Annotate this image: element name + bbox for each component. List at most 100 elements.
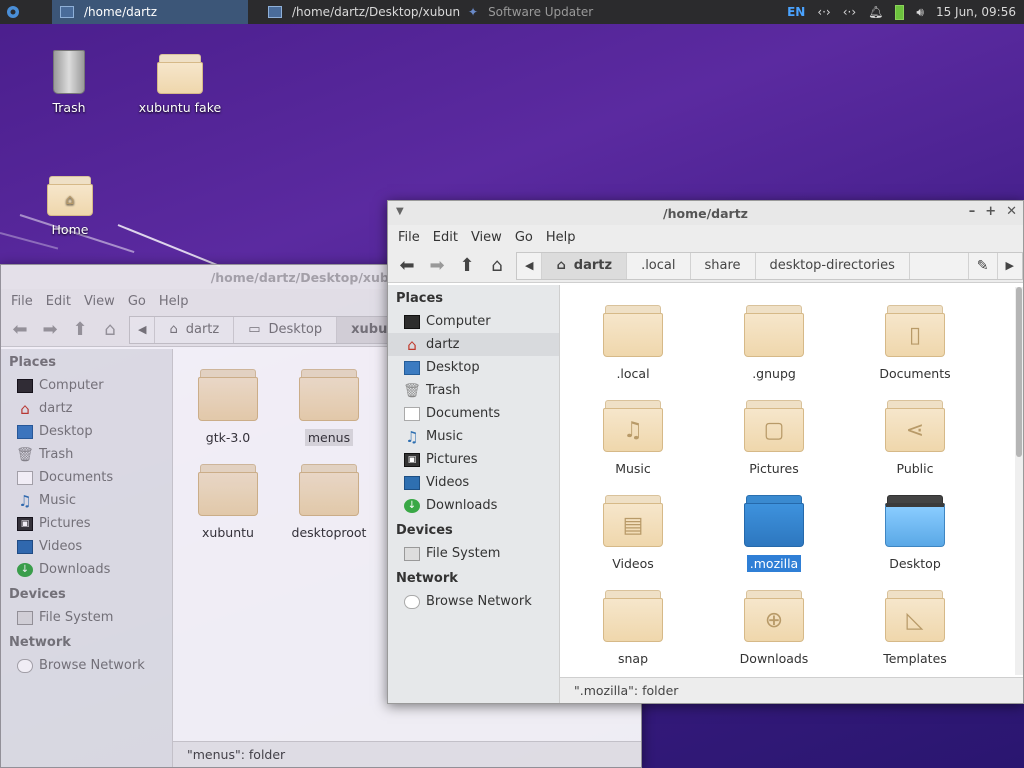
menu-file[interactable]: File <box>392 230 427 245</box>
up-arrow-icon[interactable]: ⬆ <box>65 316 95 344</box>
sidebar-item-computer[interactable]: Computer <box>388 310 559 333</box>
file-label: menus <box>304 429 354 446</box>
network-icon <box>17 658 33 673</box>
file-item[interactable]: ◺ Templates <box>860 588 970 667</box>
desktop-icon-trash[interactable]: Trash <box>19 50 119 115</box>
desktop-icon-label: Home <box>51 222 89 237</box>
sidebar-item-browse-network[interactable]: Browse Network <box>388 590 559 613</box>
file-item[interactable]: ▤ Videos <box>578 493 688 572</box>
sidebar-item-dartz[interactable]: ⌂ dartz <box>388 333 559 356</box>
crumb-desktop-directories[interactable]: desktop-directories <box>756 252 910 279</box>
file-item[interactable]: ▢ Pictures <box>719 398 829 477</box>
sidebar-item-filesystem[interactable]: File System <box>388 542 559 565</box>
file-item[interactable]: snap <box>578 588 688 667</box>
forward-arrow-icon[interactable]: ➡ <box>422 252 452 280</box>
sidebar-item-computer[interactable]: Computer <box>1 374 172 397</box>
sidebar-item-trash[interactable]: 🗑︎ Trash <box>388 379 559 402</box>
sidebar-item-desktop[interactable]: Desktop <box>388 356 559 379</box>
network-icon[interactable]: ‹·› <box>817 5 830 19</box>
picture-icon: ▣ <box>17 516 33 531</box>
sidebar-item-dartz[interactable]: ⌂ dartz <box>1 397 172 420</box>
file-item[interactable]: ♫ Music <box>578 398 688 477</box>
window-titlebar[interactable]: ▼ /home/dartz – + ✕ <box>388 201 1023 225</box>
forward-arrow-icon[interactable]: ➡ <box>35 316 65 344</box>
sidebar-item-videos[interactable]: Videos <box>1 535 172 558</box>
vertical-scrollbar[interactable] <box>1015 287 1023 675</box>
sidebar-item-downloads[interactable]: ↓ Downloads <box>1 558 172 581</box>
battery-icon[interactable] <box>895 4 905 20</box>
crumb-desktop[interactable]: ▭ Desktop <box>234 316 338 343</box>
file-label: gtk-3.0 <box>205 430 251 445</box>
file-item[interactable]: desktoproot <box>274 462 384 541</box>
crumb-right-arrow-icon[interactable]: ▶ <box>998 253 1022 279</box>
taskbar-item-xubuntu[interactable]: /home/dartz/Desktop/xubun... <box>260 0 460 24</box>
file-item[interactable]: gtk-3.0 <box>173 367 283 446</box>
sidebar-item-pictures[interactable]: ▣ Pictures <box>1 512 172 535</box>
notification-bell-icon[interactable]: 🔔︎ <box>868 5 883 19</box>
maximize-icon[interactable]: + <box>985 204 996 219</box>
file-manager-window-active[interactable]: ▼ /home/dartz – + ✕ File Edit View Go He… <box>387 200 1024 704</box>
desktop-icon-xubuntu-fake[interactable]: xubuntu fake <box>130 52 230 115</box>
back-arrow-icon[interactable]: ⬅ <box>392 252 422 280</box>
edit-location-pencil-icon[interactable]: ✎ <box>969 252 998 279</box>
sidebar-item-desktop[interactable]: Desktop <box>1 420 172 443</box>
window-menu-icon[interactable]: ▼ <box>396 206 404 217</box>
crumb-left-arrow-icon[interactable]: ◀ <box>130 316 156 343</box>
sidebar-item-trash[interactable]: 🗑︎ Trash <box>1 443 172 466</box>
up-arrow-icon[interactable]: ⬆ <box>452 252 482 280</box>
keyboard-layout-indicator[interactable]: EN <box>787 5 805 19</box>
desktop-icon-home[interactable]: ⌂ Home <box>20 174 120 237</box>
back-arrow-icon[interactable]: ⬅ <box>5 316 35 344</box>
file-item[interactable]: Desktop <box>860 493 970 572</box>
sidebar-item-documents[interactable]: Documents <box>1 466 172 489</box>
taskbar-item-home[interactable]: /home/dartz <box>52 0 248 24</box>
file-item[interactable]: xubuntu <box>173 462 283 541</box>
home-icon[interactable]: ⌂ <box>95 316 125 344</box>
menu-edit[interactable]: Edit <box>427 230 465 245</box>
sidebar: Places Computer ⌂ dartz Desktop 🗑︎ Trash D… <box>388 285 560 703</box>
network-header: Network <box>396 571 458 586</box>
sidebar-item-videos[interactable]: Videos <box>388 471 559 494</box>
whisker-menu-button[interactable] <box>0 0 26 24</box>
minimize-icon[interactable]: – <box>969 204 976 219</box>
volume-icon[interactable]: 🔊︎ <box>916 5 924 20</box>
menu-file[interactable]: File <box>5 294 40 309</box>
home-icon[interactable]: ⌂ <box>482 252 512 280</box>
folder-icon <box>603 303 663 359</box>
taskbar-item-updater[interactable]: ✦ Software Updater <box>460 0 630 24</box>
file-item[interactable]: .local <box>578 303 688 382</box>
file-item[interactable]: .gnupg <box>719 303 829 382</box>
sidebar-item-documents[interactable]: Documents <box>388 402 559 425</box>
file-item[interactable]: ⊕ Downloads <box>719 588 829 667</box>
file-item[interactable]: menus <box>274 367 384 446</box>
menu-view[interactable]: View <box>78 294 122 309</box>
clock[interactable]: 15 Jun, 09:56 <box>936 5 1016 19</box>
crumb-share[interactable]: share <box>691 252 756 279</box>
sidebar-item-pictures[interactable]: ▣ Pictures <box>388 448 559 471</box>
sidebar-item-browse-network[interactable]: Browse Network <box>1 654 172 677</box>
menu-view[interactable]: View <box>465 230 509 245</box>
folder-icon <box>744 493 804 549</box>
menu-edit[interactable]: Edit <box>40 294 78 309</box>
crumb-left-arrow-icon[interactable]: ◀ <box>517 252 543 279</box>
status-text: ".mozilla": folder <box>574 683 679 698</box>
crumb-dartz[interactable]: ⌂ dartz <box>155 316 235 343</box>
menu-help[interactable]: Help <box>153 294 196 309</box>
desktop-icon-label: xubuntu fake <box>138 100 222 115</box>
desktop-icon <box>17 424 33 439</box>
menu-go[interactable]: Go <box>122 294 153 309</box>
sidebar-item-music[interactable]: ♫ Music <box>1 489 172 512</box>
sidebar-item-music[interactable]: ♫ Music <box>388 425 559 448</box>
status-bar: ".mozilla": folder <box>560 677 1023 703</box>
close-icon[interactable]: ✕ <box>1006 204 1017 219</box>
menu-help[interactable]: Help <box>540 230 583 245</box>
file-item[interactable]: ▯ Documents <box>860 303 970 382</box>
sidebar-item-filesystem[interactable]: File System <box>1 606 172 629</box>
file-item-selected[interactable]: .mozilla <box>719 493 829 572</box>
network-icon-2[interactable]: ‹·› <box>843 5 856 19</box>
crumb-local[interactable]: .local <box>627 252 691 279</box>
crumb-dartz[interactable]: ⌂ dartz <box>542 252 628 279</box>
menu-go[interactable]: Go <box>509 230 540 245</box>
file-item[interactable]: ⋖ Public <box>860 398 970 477</box>
sidebar-item-downloads[interactable]: ↓ Downloads <box>388 494 559 517</box>
